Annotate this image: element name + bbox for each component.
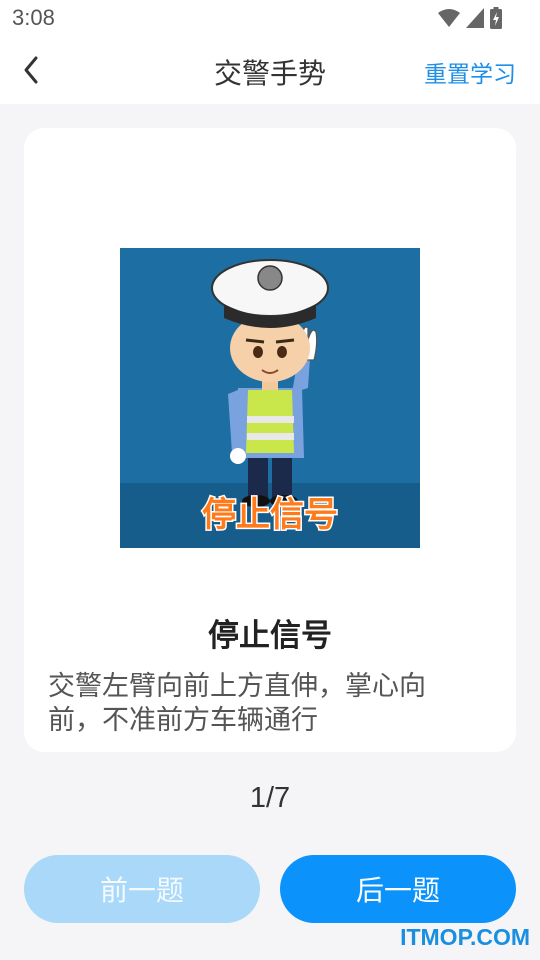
wifi-icon [438, 9, 460, 27]
watermark-logo: ITMOP.COM [400, 924, 530, 950]
previous-question-button[interactable]: 前一题 [24, 855, 260, 923]
next-question-button[interactable]: 后一题 [280, 855, 516, 923]
status-bar: 3:08 [0, 0, 540, 36]
gesture-name: 停止信号 [208, 618, 332, 654]
battery-icon [490, 7, 502, 29]
illustration-caption: 停止信号 [202, 495, 338, 535]
status-icons [438, 7, 502, 29]
reset-learning-button[interactable]: 重置学习 [424, 55, 516, 89]
app-header: 交警手势 重置学习 [0, 36, 540, 104]
signal-icon [466, 8, 484, 28]
traffic-police-illustration: 停止信号 [120, 248, 420, 548]
gesture-description: 交警左臂向前上方直伸，掌心向前，不准前方车辆通行 [48, 671, 426, 736]
status-time: 3:08 [12, 5, 55, 30]
question-counter: 1/7 [249, 782, 291, 814]
gesture-card: 停止信号 停止信号 交警左臂向前上方直伸，掌心向前，不准前方车辆通行 [24, 128, 516, 752]
